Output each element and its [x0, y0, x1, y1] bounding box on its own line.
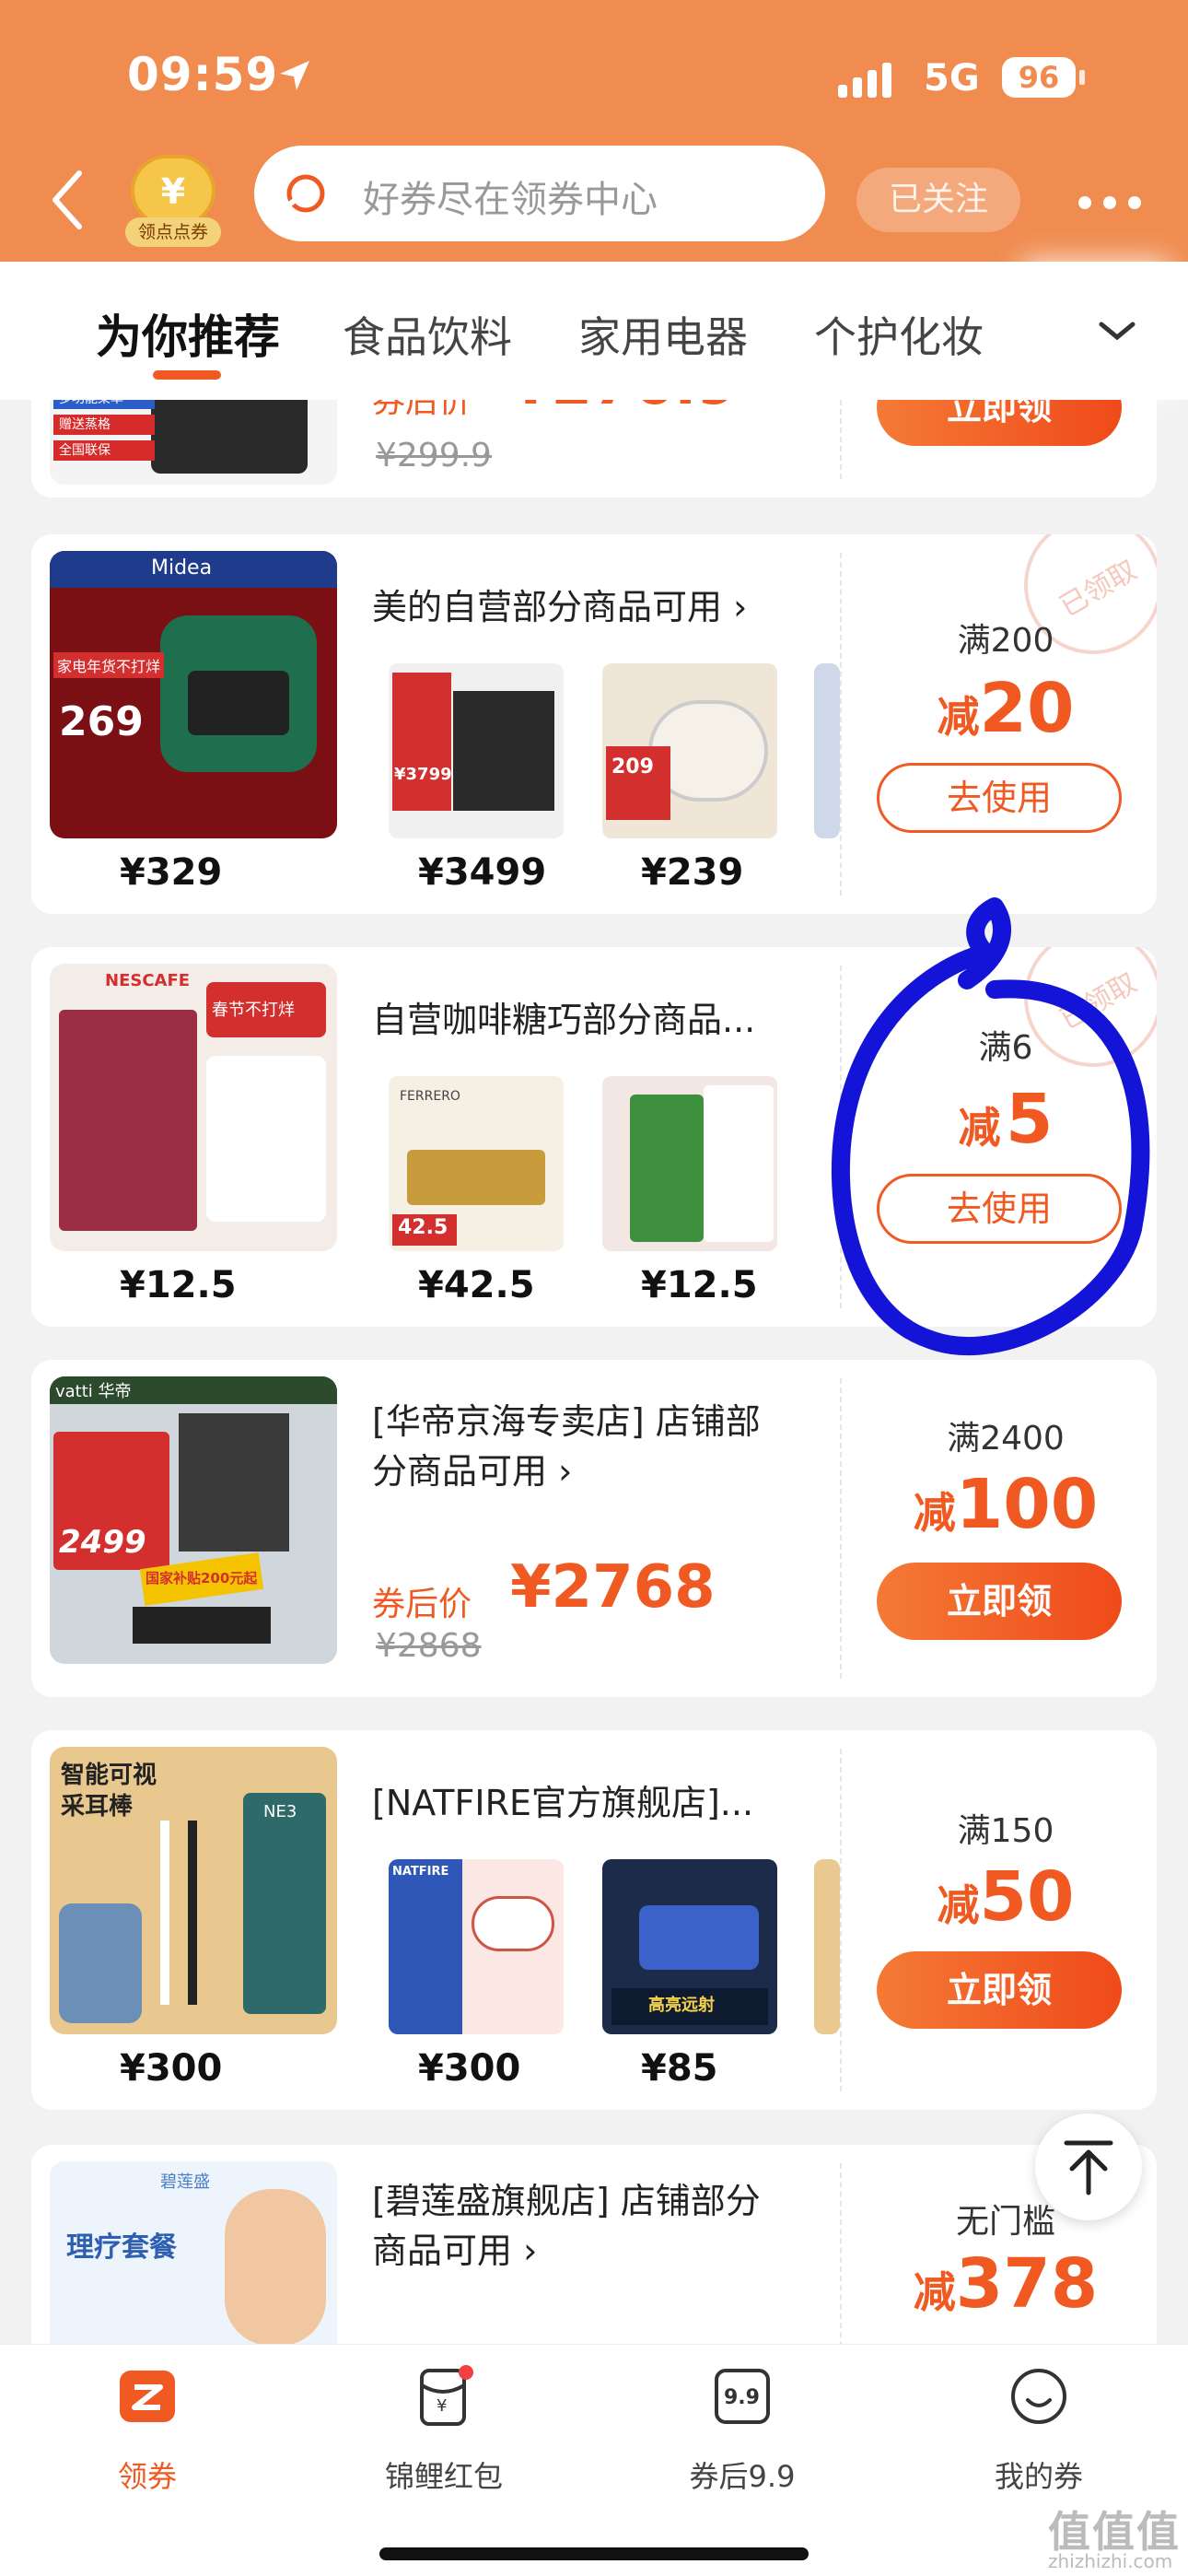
search-placeholder: 好券尽在领券中心 [363, 179, 658, 221]
coupon-condition: 满6 [978, 1029, 1033, 1067]
thumb-nescafe[interactable] [602, 1076, 777, 1251]
coupon-discount: 减 5 [958, 1080, 1054, 1159]
after-coupon-price: ¥2768 [510, 1553, 716, 1622]
location-arrow-icon [280, 61, 309, 90]
points-coupon-badge[interactable]: ¥ 领点点券 [125, 151, 221, 247]
coupon-title: [碧莲盛旗舰店] 店铺部分 商品可用 › [372, 2181, 761, 2271]
main-product-price: ¥329 [120, 851, 223, 894]
svg-text:¥: ¥ [437, 2396, 447, 2416]
use-coupon-button[interactable]: 去使用 [877, 763, 1122, 833]
tab-home-appliances[interactable]: 家用电器 [578, 304, 748, 365]
after-coupon-price: ¥276.9 [510, 400, 738, 418]
coupon-discount: 减378 [913, 2244, 1099, 2324]
category-tabs: 为你推荐 食品饮料 家用电器 个护化妆 [0, 262, 1188, 400]
tab-food-drinks[interactable]: 食品饮料 [343, 304, 512, 365]
tab-personal-care[interactable]: 个护化妆 [814, 304, 984, 365]
thumb-scaler[interactable]: NATFIRE [389, 1859, 564, 2034]
nav-coupons[interactable]: 领券 [46, 2365, 249, 2503]
product-image-cooker: Midea 家电年货不打烊 269 [50, 551, 337, 838]
tab-recommended[interactable]: 为你推荐 [96, 300, 280, 367]
coupon-card-natfire[interactable]: 智能可视 采耳棒 NE3 ¥300 [NATFIRE官方旗舰店]... NATF… [31, 1730, 1157, 2110]
coupon-condition: 满150 [957, 1812, 1054, 1850]
price-tag-icon: 9.9 [715, 2369, 770, 2424]
active-tab-indicator [153, 370, 221, 380]
product-image-therapy: 碧莲盛 理疗套餐 [50, 2161, 337, 2344]
coupon-condition: 满2400 [947, 1420, 1065, 1458]
thumb-price: ¥42.5 [418, 1264, 535, 1306]
main-product-price: ¥12.5 [120, 1264, 237, 1306]
coupon-card-vatti[interactable]: vatti 华帝 2499 国家补贴200元起 [华帝京海专卖店] 店铺部 分商… [31, 1360, 1157, 1697]
product-image-range-hood: vatti 华帝 2499 国家补贴200元起 [50, 1376, 337, 1664]
thumb-price: ¥85 [641, 2047, 718, 2090]
thumb-partial [814, 663, 840, 838]
status-bar: 09:59 5G 96 [0, 0, 1188, 138]
main-product-price: ¥300 [120, 2047, 223, 2090]
thumb-steamer[interactable]: 209 [602, 663, 777, 838]
bottom-navigation: 领券 ¥ 锦鲤红包 9.9 券后9.9 我的券 [0, 2344, 1188, 2576]
thumb-price: ¥300 [418, 2047, 521, 2090]
smiley-icon [1011, 2369, 1066, 2424]
status-time: 09:59 [127, 48, 279, 101]
coupon-card-coffee[interactable]: NESCAFE 春节不打烊 ¥12.5 自营咖啡糖巧部分商品... FERRER… [31, 947, 1157, 1327]
battery-tip [1079, 70, 1085, 85]
coupon-card-midea[interactable]: Midea 家电年货不打烊 269 ¥329 美的自营部分商品可用 › ¥379… [31, 534, 1157, 914]
back-arrow-icon[interactable] [48, 168, 85, 232]
home-indicator[interactable] [379, 2547, 809, 2560]
arrow-up-icon [1064, 2140, 1113, 2195]
battery-indicator: 96 [1002, 57, 1076, 98]
network-type: 5G [924, 57, 980, 100]
original-price: ¥299.9 [376, 437, 492, 474]
claim-button[interactable]: 立即领 [877, 400, 1122, 446]
coupon-title: 自营咖啡糖巧部分商品... [372, 1000, 756, 1040]
original-price: ¥2868 [376, 1627, 482, 1665]
search-bar[interactable]: 好券尽在领券中心 [254, 146, 825, 241]
coupon-discount: 减20 [937, 669, 1075, 748]
nav-my-coupons[interactable]: 我的券 [938, 2365, 1140, 2503]
coupon-list: 多功能菜单 赠送蒸格 全国联保 券后价 ¥276.9 ¥299.9 立即领 Mi… [0, 400, 1188, 2344]
nav-price-9-9[interactable]: 9.9 券后9.9 [641, 2365, 844, 2503]
thumb-price: ¥239 [641, 851, 744, 894]
after-coupon-label: 券后价 [372, 400, 472, 420]
product-image-ear-pick: 智能可视 采耳棒 NE3 [50, 1747, 337, 2034]
watermark-url: zhizhizhi.com [1048, 2550, 1173, 2572]
coin-icon: ¥ [131, 155, 215, 227]
use-coupon-button[interactable]: 去使用 [877, 1174, 1122, 1244]
coupon-card-bilianseng[interactable]: 碧莲盛 理疗套餐 [碧莲盛旗舰店] 店铺部分 商品可用 › 无门槛 减378 [31, 2145, 1157, 2344]
red-envelope-icon: ¥ [420, 2365, 473, 2426]
product-image: 多功能菜单 赠送蒸格 全国联保 [50, 400, 337, 485]
coupon-discount: 减100 [913, 1465, 1099, 1544]
thumb-ferrero[interactable]: FERRERO 42.5 [389, 1076, 564, 1251]
thumb-flashlight[interactable]: 高亮远射 [602, 1859, 777, 2034]
thumb-oven[interactable]: ¥3799 [389, 663, 564, 838]
after-coupon-label: 券后价 [372, 1586, 472, 1623]
thumb-price: ¥12.5 [641, 1264, 758, 1306]
coupon-discount: 减50 [937, 1857, 1075, 1937]
search-icon [286, 174, 325, 213]
coupon-title: 美的自营部分商品可用 › [372, 587, 748, 627]
claim-button[interactable]: 立即领 [877, 1951, 1122, 2029]
svg-text:9.9: 9.9 [724, 2386, 760, 2409]
follow-button[interactable]: 已关注 [856, 168, 1020, 232]
app-header: 09:59 5G 96 ¥ 领点点券 好券尽在领券中心 已关注 [0, 0, 1188, 262]
more-options-icon[interactable] [1077, 195, 1142, 210]
thumb-partial [814, 1859, 840, 2034]
nav-koi-red-envelope[interactable]: ¥ 锦鲤红包 [343, 2365, 545, 2503]
back-to-top-button[interactable] [1035, 2113, 1142, 2220]
coupon-card-cooker[interactable]: 多功能菜单 赠送蒸格 全国联保 券后价 ¥276.9 ¥299.9 立即领 [31, 400, 1157, 498]
signal-icon [838, 63, 891, 98]
coupon-condition: 满200 [957, 622, 1054, 660]
claim-button[interactable]: 立即领 [877, 1563, 1122, 1640]
coupon-icon [120, 2371, 175, 2422]
chevron-down-icon[interactable] [1094, 308, 1140, 354]
thumb-price: ¥3499 [418, 851, 547, 894]
coupon-title: [华帝京海专卖店] 店铺部 分商品可用 › [372, 1401, 761, 1492]
product-image-coffee: NESCAFE 春节不打烊 [50, 964, 337, 1251]
badge-label: 领点点券 [125, 217, 221, 247]
coupon-title: [NATFIRE官方旗舰店]... [372, 1783, 754, 1823]
